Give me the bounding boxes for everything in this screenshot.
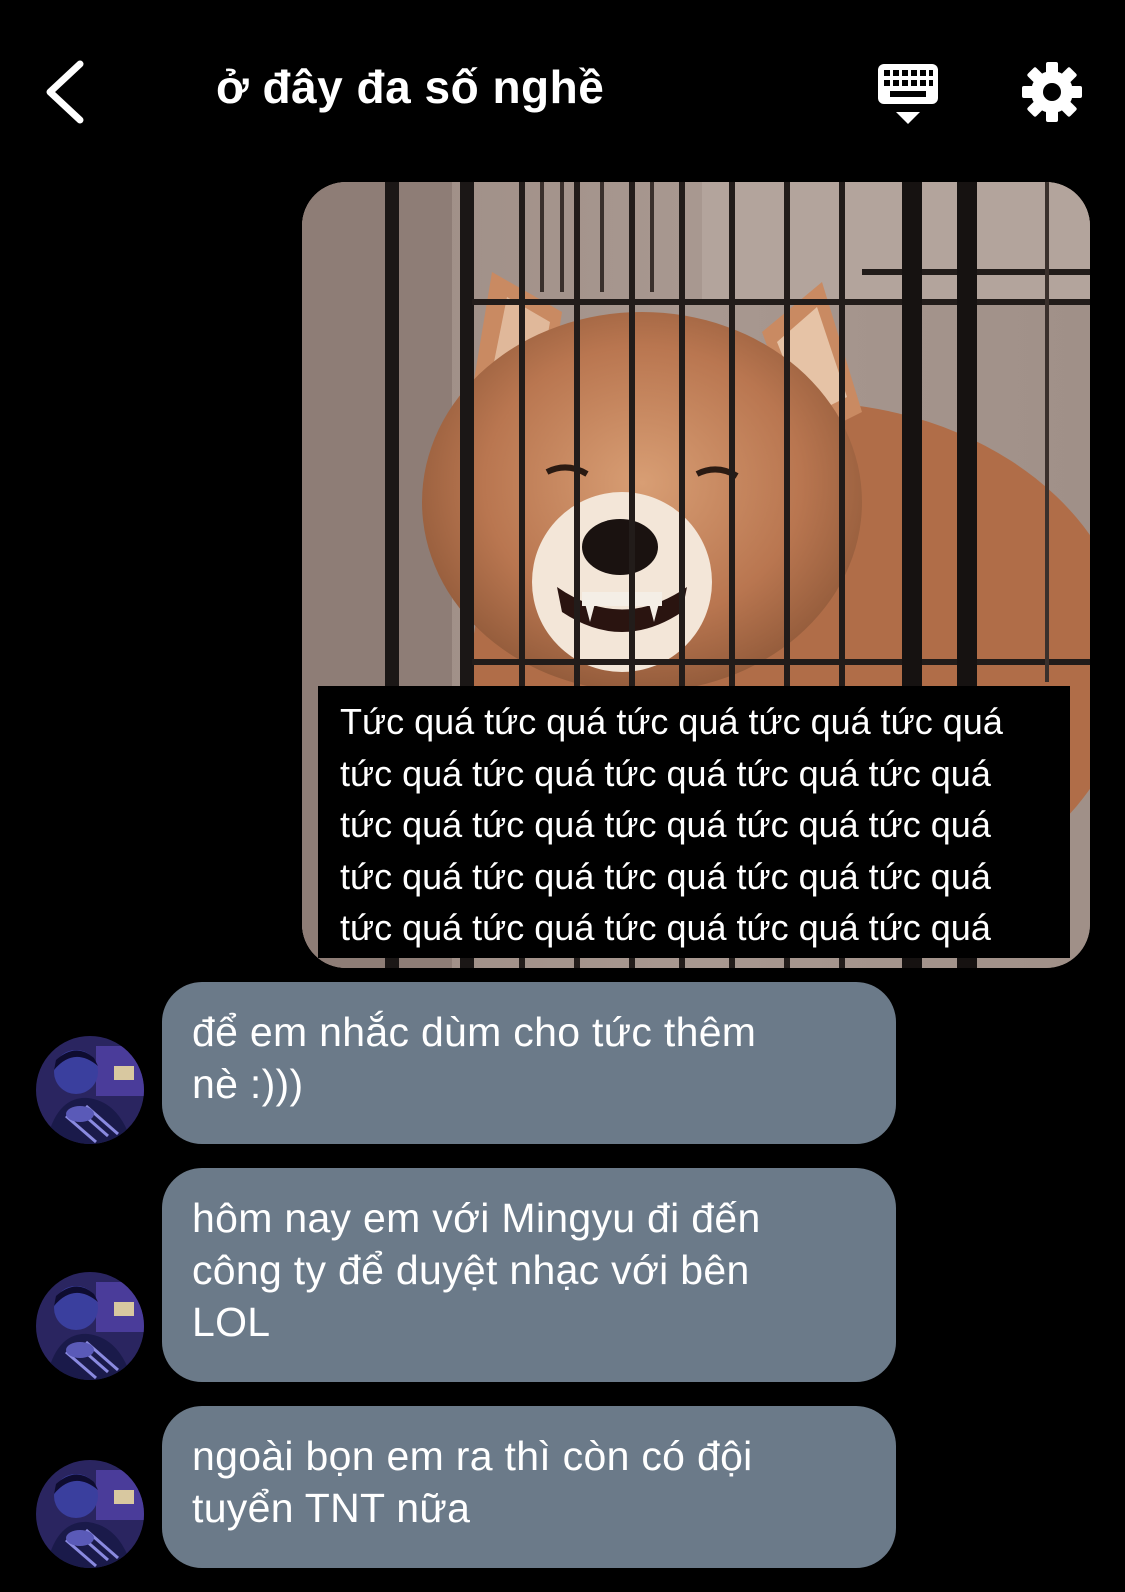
- caption-line: tức quá tức quá tức quá tức quá tức quá: [340, 804, 991, 845]
- avatar[interactable]: [36, 1036, 144, 1144]
- meme-caption: Tức quá tức quá tức quá tức quá tức quá …: [318, 686, 1070, 958]
- caption-line: tức quá tức quá tức quá tức quá tức quá: [340, 855, 991, 897]
- gear-icon: [1022, 62, 1082, 122]
- received-message-row: hôm nay em với Mingyu đi đến công ty để …: [0, 1168, 1125, 1382]
- avatar-image: [36, 1272, 144, 1380]
- message-bubble[interactable]: để em nhắc dùm cho tức thêm nè :))): [162, 982, 896, 1144]
- caption-line: Tức quá tức quá tức quá tức quá tức quá: [340, 701, 1003, 742]
- message-line: hôm nay em với Mingyu đi đến: [192, 1195, 761, 1241]
- settings-button[interactable]: [1020, 60, 1084, 124]
- avatar[interactable]: [36, 1460, 144, 1568]
- avatar-image: [36, 1460, 144, 1568]
- message-line: ngoài bọn em ra thì còn có đội: [192, 1433, 753, 1479]
- keyboard-button[interactable]: [876, 62, 940, 128]
- caption-line: tức quá tức quá tức quá tức quá tức quá: [340, 907, 991, 948]
- message-line: công ty để duyệt nhạc với bên: [192, 1247, 750, 1293]
- received-message-row: để em nhắc dùm cho tức thêm nè :))): [0, 982, 1125, 1144]
- caption-line: tức quá tức quá tức quá tức quá tức quá: [340, 752, 991, 794]
- chat-header: ở đây đa số nghề: [0, 0, 1125, 180]
- chevron-left-icon: [46, 60, 84, 124]
- message-bubble[interactable]: ngoài bọn em ra thì còn có đội tuyển TNT…: [162, 1406, 896, 1568]
- keyboard-icon: [878, 64, 938, 124]
- avatar-image: [36, 1036, 144, 1144]
- message-line: nè :))): [192, 1061, 304, 1107]
- back-button[interactable]: [36, 52, 106, 132]
- sent-image-message[interactable]: Tức quá tức quá tức quá tức quá tức quá …: [302, 182, 1090, 968]
- message-line: để em nhắc dùm cho tức thêm: [192, 1009, 757, 1055]
- conversation-title: ở đây đa số nghề: [216, 61, 605, 113]
- message-bubble[interactable]: hôm nay em với Mingyu đi đến công ty để …: [162, 1168, 896, 1382]
- avatar[interactable]: [36, 1272, 144, 1380]
- received-message-row: ngoài bọn em ra thì còn có đội tuyển TNT…: [0, 1406, 1125, 1568]
- message-line: LOL: [192, 1299, 271, 1345]
- message-line: tuyển TNT nữa: [192, 1485, 471, 1531]
